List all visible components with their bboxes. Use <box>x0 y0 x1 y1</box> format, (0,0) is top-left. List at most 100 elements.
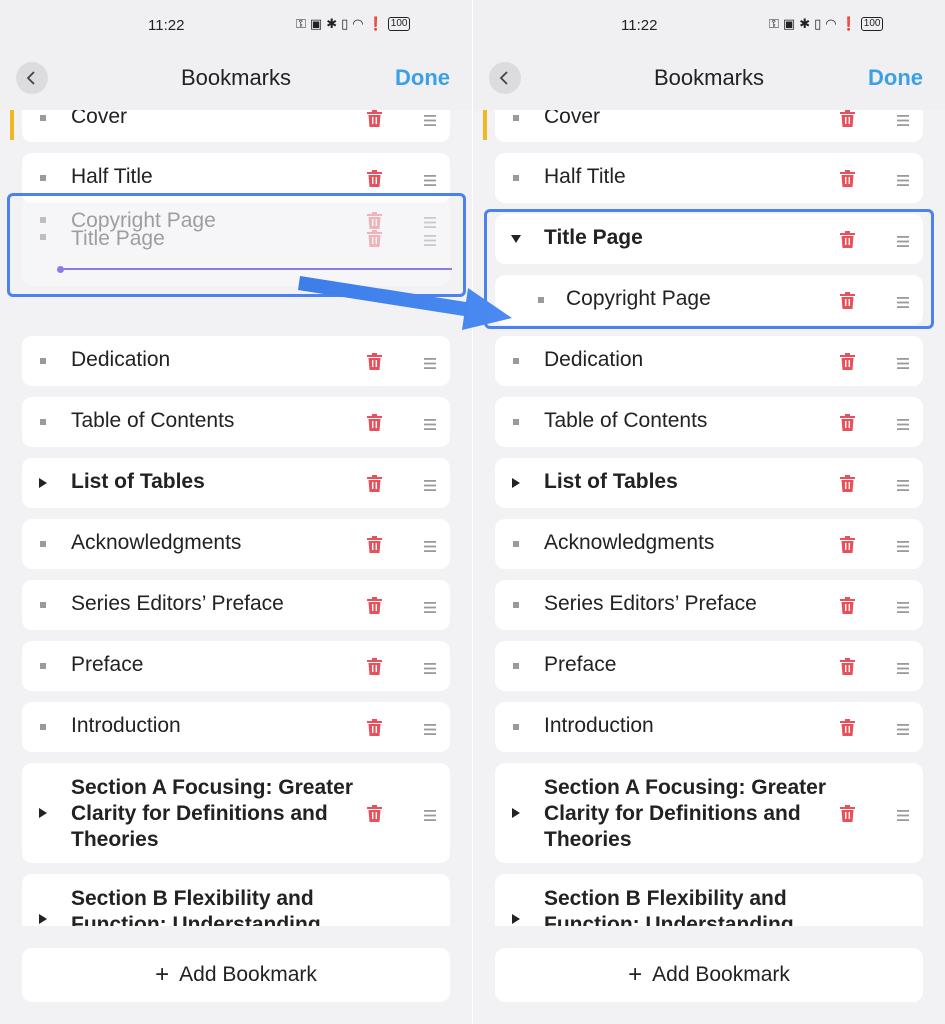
drag-handle-icon[interactable] <box>424 539 436 552</box>
bookmark-label: List of Tables <box>71 470 205 493</box>
bookmark-item[interactable]: Acknowledgments <box>495 519 923 569</box>
bookmark-item[interactable]: Section A Focusing: Greater Clarity for … <box>22 763 450 863</box>
bookmark-item[interactable]: Series Editors’ Preface <box>495 580 923 630</box>
bookmark-label: Dedication <box>71 348 171 371</box>
drag-handle-icon[interactable] <box>424 661 436 674</box>
trash-icon[interactable] <box>367 110 382 127</box>
drag-handle-icon[interactable] <box>897 113 909 126</box>
drag-handle-icon[interactable] <box>897 173 909 186</box>
trash-icon[interactable] <box>367 597 382 614</box>
drag-handle-icon[interactable] <box>897 539 909 552</box>
plus-icon: + <box>155 961 170 988</box>
bullet-icon <box>513 541 519 547</box>
bookmark-item[interactable]: Series Editors’ Preface <box>22 580 450 630</box>
drag-highlight-box <box>7 193 466 297</box>
bookmark-item[interactable]: Section B Flexibility and Function: Unde… <box>495 874 923 926</box>
bookmark-item[interactable]: Cover <box>495 110 923 142</box>
drag-handle-icon[interactable] <box>897 356 909 369</box>
bookmark-item[interactable]: Section A Focusing: Greater Clarity for … <box>495 763 923 863</box>
trash-icon[interactable] <box>840 353 855 370</box>
trash-icon[interactable] <box>840 475 855 492</box>
bullet-icon <box>513 175 519 181</box>
bookmark-item[interactable]: Cover <box>22 110 450 142</box>
alert-icon: ❗ <box>840 16 857 31</box>
expand-triangle-icon[interactable] <box>39 478 47 488</box>
trash-icon[interactable] <box>840 536 855 553</box>
drag-handle-icon[interactable] <box>424 113 436 126</box>
drag-handle-icon[interactable] <box>424 356 436 369</box>
bookmark-item[interactable]: List of Tables <box>22 458 450 508</box>
trash-icon[interactable] <box>367 536 382 553</box>
drag-handle-icon[interactable] <box>897 808 909 821</box>
bullet-icon <box>513 602 519 608</box>
trash-icon[interactable] <box>367 719 382 736</box>
done-button[interactable]: Done <box>395 65 450 91</box>
nfc-icon: ▣ <box>309 16 323 31</box>
plus-icon: + <box>628 961 643 988</box>
drag-handle-icon[interactable] <box>897 661 909 674</box>
bookmark-label: Section B Flexibility and Function: Unde… <box>544 887 794 926</box>
drag-handle-icon[interactable] <box>424 600 436 613</box>
status-bar: 11:22 ⚿ ▣ ✱ ▯ ◠ ❗ 100 <box>473 0 945 46</box>
expand-triangle-icon[interactable] <box>39 808 47 818</box>
trash-icon[interactable] <box>367 658 382 675</box>
bookmark-label: Half Title <box>544 165 626 188</box>
nfc-icon: ▣ <box>782 16 796 31</box>
bottom-area: + Add Bookmark <box>473 926 945 1024</box>
bookmark-item[interactable]: Half Title <box>495 153 923 203</box>
bookmark-item[interactable]: Section B Flexibility and Function: Unde… <box>22 874 450 926</box>
trash-icon[interactable] <box>840 719 855 736</box>
trash-icon[interactable] <box>840 597 855 614</box>
bluetooth-icon: ✱ <box>799 16 811 31</box>
trash-icon[interactable] <box>840 170 855 187</box>
trash-icon[interactable] <box>840 414 855 431</box>
trash-icon[interactable] <box>840 658 855 675</box>
bookmark-label: Dedication <box>544 348 644 371</box>
add-bookmark-label: Add Bookmark <box>652 963 790 986</box>
status-time: 11:22 <box>148 17 185 34</box>
expand-triangle-icon[interactable] <box>512 478 520 488</box>
bullet-icon <box>40 602 46 608</box>
drag-handle-icon[interactable] <box>424 417 436 430</box>
trash-icon[interactable] <box>367 475 382 492</box>
drag-handle-icon[interactable] <box>424 478 436 491</box>
trash-icon[interactable] <box>840 110 855 127</box>
drag-handle-icon[interactable] <box>897 722 909 735</box>
nav-bar: Bookmarks Done <box>473 46 945 110</box>
drag-handle-icon[interactable] <box>424 808 436 821</box>
trash-icon[interactable] <box>840 805 855 822</box>
trash-icon[interactable] <box>367 353 382 370</box>
nav-bar: Bookmarks Done <box>0 46 472 110</box>
drag-handle-icon[interactable] <box>424 722 436 735</box>
bookmark-item[interactable]: Preface <box>495 641 923 691</box>
expand-triangle-icon[interactable] <box>512 914 520 924</box>
drag-handle-icon[interactable] <box>897 600 909 613</box>
trash-icon[interactable] <box>367 170 382 187</box>
bookmark-item[interactable]: Introduction <box>495 702 923 752</box>
bookmark-item[interactable]: List of Tables <box>495 458 923 508</box>
trash-icon[interactable] <box>367 414 382 431</box>
left-screen: 11:22 ⚿ ▣ ✱ ▯ ◠ ❗ 100 Bookmarks Done Cov… <box>0 0 472 1024</box>
drag-handle-icon[interactable] <box>424 173 436 186</box>
bookmark-item[interactable]: Dedication <box>495 336 923 386</box>
bookmark-item[interactable]: Preface <box>22 641 450 691</box>
bookmark-item[interactable]: Dedication <box>22 336 450 386</box>
key-icon: ⚿ <box>769 16 779 31</box>
battery-icon: 100 <box>387 17 411 31</box>
bookmark-label: Cover <box>544 110 601 128</box>
bookmark-item[interactable]: Table of Contents <box>495 397 923 447</box>
trash-icon[interactable] <box>367 805 382 822</box>
bookmark-item[interactable]: Introduction <box>22 702 450 752</box>
expand-triangle-icon[interactable] <box>39 914 47 924</box>
expand-triangle-icon[interactable] <box>512 808 520 818</box>
bullet-icon <box>513 724 519 730</box>
bookmark-item[interactable]: Table of Contents <box>22 397 450 447</box>
bookmark-item[interactable]: Acknowledgments <box>22 519 450 569</box>
drag-handle-icon[interactable] <box>897 417 909 430</box>
drag-handle-icon[interactable] <box>897 478 909 491</box>
done-button[interactable]: Done <box>868 65 923 91</box>
bullet-icon <box>513 419 519 425</box>
add-bookmark-button[interactable]: + Add Bookmark <box>495 948 923 1002</box>
add-bookmark-button[interactable]: + Add Bookmark <box>22 948 450 1002</box>
bookmark-label: Table of Contents <box>71 409 235 432</box>
